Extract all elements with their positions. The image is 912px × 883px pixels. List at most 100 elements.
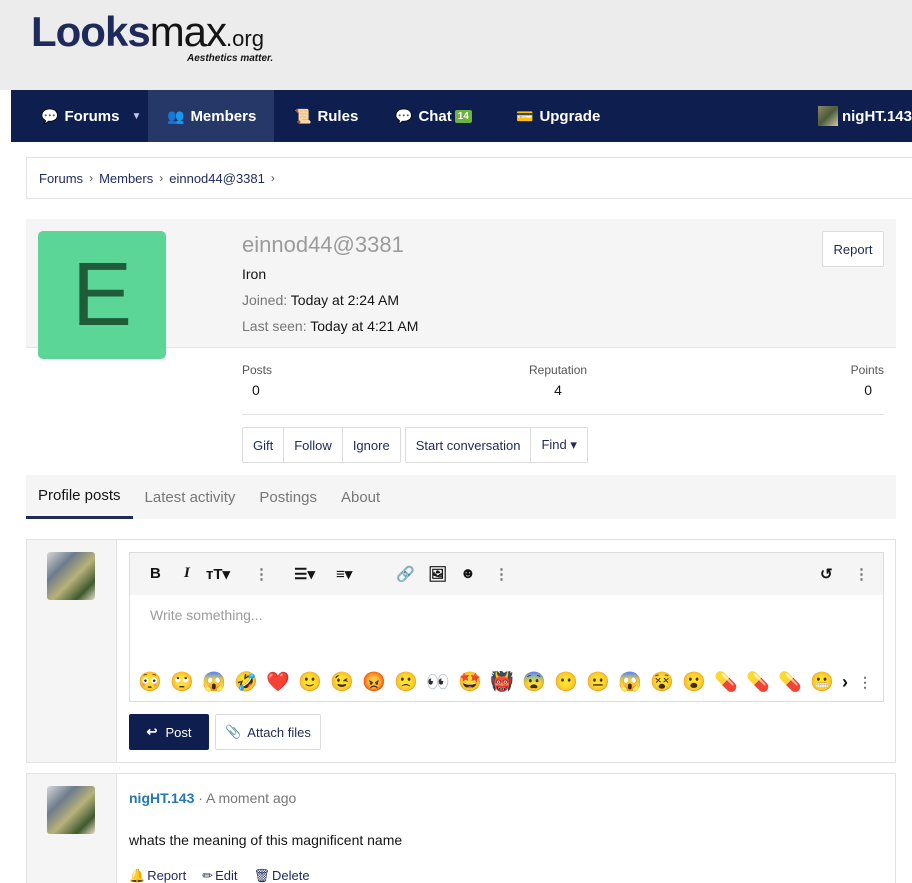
avatar[interactable]: E xyxy=(38,231,166,359)
user-menu[interactable]: nigHT.143 xyxy=(817,90,912,142)
credit-card-icon: 💳 xyxy=(516,107,534,124)
follow-button[interactable]: Follow xyxy=(284,428,343,462)
attach-files-button[interactable]: 📎 Attach files xyxy=(215,714,321,750)
stat-reputation[interactable]: Reputation 4 xyxy=(529,363,587,398)
logo-part2: max xyxy=(149,8,227,55)
nav-chat[interactable]: 💬 Chat 14 xyxy=(395,90,472,142)
nav-rules[interactable]: 📜 Rules xyxy=(294,90,358,142)
nav-members[interactable]: 👥 Members xyxy=(148,90,274,142)
breadcrumb-forums[interactable]: Forums xyxy=(39,171,83,186)
smilie-icon[interactable]: 👀 xyxy=(422,670,454,694)
smilie-icon[interactable]: 😶 xyxy=(550,670,582,694)
message-actions: 🔔 Report ✏ Edit 🗑 Delete xyxy=(129,868,326,883)
smilie-icon[interactable]: ☻ xyxy=(460,565,476,582)
smilie-icon[interactable]: 💊 xyxy=(710,670,742,694)
smilie-icon[interactable]: 🤣 xyxy=(230,670,262,694)
find-menu-button[interactable]: Find ▾ xyxy=(531,428,587,462)
smilie-icon[interactable]: 😡 xyxy=(358,670,390,694)
chat-icon: 💬 xyxy=(395,107,413,124)
smilie-icon[interactable]: 😉 xyxy=(326,670,358,694)
stat-points[interactable]: Points 0 xyxy=(851,363,884,398)
user-menu-name: nigHT.143 xyxy=(841,107,912,125)
smilie-icon[interactable]: 😮 xyxy=(678,670,710,694)
nav-forums[interactable]: 💬 Forums ▼ xyxy=(41,90,141,142)
chevron-down-icon[interactable]: ▼ xyxy=(131,111,141,122)
stat-label: Points xyxy=(850,363,884,377)
chevron-right-icon: › xyxy=(270,171,275,185)
breadcrumb-user[interactable]: einnod44@3381 xyxy=(169,171,265,186)
more-vertical-icon[interactable]: ⋮ xyxy=(858,674,872,691)
smilie-icon[interactable]: 🙄 xyxy=(166,670,198,694)
member-action-group: Gift Follow Ignore xyxy=(242,427,401,463)
member-actions: Gift Follow Ignore Start conversation Fi… xyxy=(242,427,592,463)
paperclip-icon: 📎 xyxy=(225,724,242,739)
smilie-icon[interactable]: 🤩 xyxy=(454,670,486,694)
pencil-icon: ✏ xyxy=(202,868,214,883)
smilie-icon[interactable]: 🙁 xyxy=(390,670,422,694)
editor-placeholder[interactable]: Write something... xyxy=(150,607,263,623)
nav-upgrade-label: Upgrade xyxy=(539,107,601,125)
avatar[interactable] xyxy=(47,552,95,600)
smilie-icon[interactable]: 😳 xyxy=(134,670,166,694)
more-vertical-icon[interactable]: ⋮ xyxy=(854,565,869,583)
report-button[interactable]: Report xyxy=(822,231,884,267)
joined-value: Today at 2:24 AM xyxy=(290,292,399,308)
nav-forums-label: Forums xyxy=(64,107,120,125)
logo-tagline: Aesthetics matter. xyxy=(187,53,274,64)
post-button[interactable]: ↩ Post xyxy=(129,714,209,750)
smilie-icon[interactable]: 👹 xyxy=(486,670,518,694)
undo-icon[interactable]: ↺ xyxy=(820,565,833,583)
edit-link-label: Edit xyxy=(215,868,238,883)
nav-upgrade[interactable]: 💳 Upgrade xyxy=(516,90,600,142)
ignore-button[interactable]: Ignore xyxy=(342,428,400,462)
profile-tabs: Profile posts Latest activity Postings A… xyxy=(26,475,896,519)
gift-button[interactable]: Gift xyxy=(243,428,285,462)
smilie-icon[interactable]: 😱 xyxy=(614,670,646,694)
reply-icon: ↩ xyxy=(146,724,158,739)
smilie-icon[interactable]: 💊 xyxy=(742,670,774,694)
smilie-icon[interactable]: 😱 xyxy=(198,670,230,694)
smilie-icon[interactable]: 💊 xyxy=(774,670,806,694)
delete-link-label: Delete xyxy=(272,868,310,883)
trash-icon: 🗑 xyxy=(253,868,271,883)
delete-link[interactable]: 🗑 Delete xyxy=(254,868,310,883)
smilie-icon[interactable]: 😐 xyxy=(582,670,614,694)
text-size-icon[interactable]: тT▾ xyxy=(206,565,230,583)
edit-link[interactable]: ✏ Edit xyxy=(202,868,237,883)
image-icon[interactable]: 🖼 xyxy=(428,565,447,583)
more-vertical-icon[interactable]: ⋮ xyxy=(494,565,509,583)
message-time[interactable]: · A moment ago xyxy=(194,790,296,806)
report-link[interactable]: 🔔 Report xyxy=(129,868,186,883)
nav-chat-label: Chat xyxy=(418,107,452,125)
align-icon[interactable]: ≡▾ xyxy=(336,565,352,583)
member-joined: Joined: Today at 2:24 AM xyxy=(242,292,399,308)
smilie-icon[interactable]: 🙂 xyxy=(294,670,326,694)
italic-icon[interactable]: I xyxy=(184,565,190,582)
smilie-icon[interactable]: 😵 xyxy=(646,670,678,694)
smilie-icon[interactable]: ❤️ xyxy=(262,670,294,694)
member-last-seen: Last seen: Today at 4:21 AM xyxy=(242,318,418,334)
breadcrumb-members[interactable]: Members xyxy=(99,171,153,186)
tab-profile-posts[interactable]: Profile posts xyxy=(26,475,133,519)
stat-posts[interactable]: Posts 0 xyxy=(242,363,272,398)
bold-icon[interactable]: B xyxy=(150,565,161,582)
tab-postings[interactable]: Postings xyxy=(247,475,329,519)
message-avatar-cell xyxy=(27,774,117,883)
avatar[interactable] xyxy=(47,786,95,834)
member-header: einnod44@3381 Iron Joined: Today at 2:24… xyxy=(26,219,896,475)
more-vertical-icon[interactable]: ⋮ xyxy=(254,565,269,583)
conversation-action-group: Start conversation Find ▾ xyxy=(404,427,588,463)
rich-text-editor[interactable]: B I тT▾ ⋮ ☰▾ ≡▾ 🔗 🖼 ☻ ⋮ ↺ ⋮ Write someth… xyxy=(129,552,884,702)
list-icon[interactable]: ☰▾ xyxy=(294,565,315,583)
smilie-icon[interactable]: 😬 xyxy=(806,670,838,694)
tab-about[interactable]: About xyxy=(329,475,392,519)
smilie-icon[interactable]: 😨 xyxy=(518,670,550,694)
tab-latest-activity[interactable]: Latest activity xyxy=(133,475,248,519)
message-author[interactable]: nigHT.143 xyxy=(129,790,194,806)
site-logo[interactable]: Looksmax.org Aesthetics matter. xyxy=(31,8,273,70)
nav-members-label: Members xyxy=(190,107,257,125)
chevron-right-icon[interactable]: › xyxy=(842,672,848,693)
stat-value: 4 xyxy=(554,382,562,398)
start-conversation-button[interactable]: Start conversation xyxy=(405,428,532,462)
link-icon[interactable]: 🔗 xyxy=(396,565,415,583)
